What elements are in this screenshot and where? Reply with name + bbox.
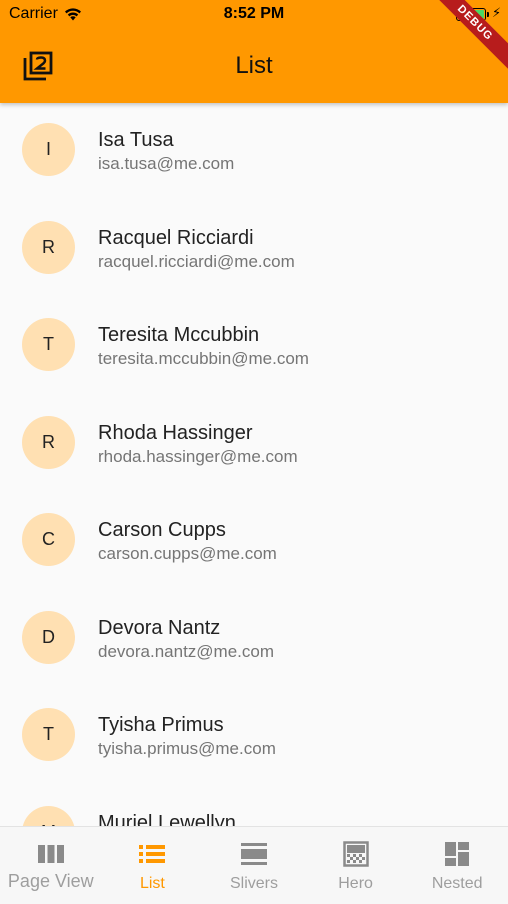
list-item[interactable]: T Teresita Mccubbin teresita.mccubbin@me… <box>0 298 508 396</box>
contact-name: Isa Tusa <box>98 129 174 151</box>
contact-name: Rhoda Hassinger <box>98 421 253 444</box>
avatar: R <box>22 415 75 469</box>
status-time: 8:52 PM <box>223 5 285 22</box>
contact-name: Carson Cupps <box>98 519 226 541</box>
avatar: T <box>22 708 75 761</box>
avatar: I <box>22 123 75 176</box>
contact-list[interactable]: I Isa Tusa isa.tusa@me.com R Racquel Ric… <box>0 103 508 826</box>
nav-item-nested[interactable]: Nested <box>406 827 508 904</box>
contact-name: Tyisha Primus <box>98 714 224 736</box>
nav-label: List <box>139 875 165 892</box>
list-item[interactable]: C Carson Cupps carson.cupps@me.com <box>0 493 508 591</box>
gradient-icon <box>342 841 369 867</box>
list-item[interactable]: M Muriel Lewellyn <box>0 786 508 827</box>
nav-item-page-view[interactable]: Page View <box>0 827 102 904</box>
nav-item-list[interactable]: List <box>102 827 204 904</box>
contact-name: Devora Nantz <box>98 616 221 639</box>
list-item[interactable]: T Tyisha Primus tyisha.primus@me.com <box>0 688 508 786</box>
nav-label: Nested <box>431 875 483 892</box>
dashboard-icon <box>444 841 470 867</box>
contact-name: Racquel Ricciardi <box>98 226 254 249</box>
contact-email: carson.cupps@me.com <box>98 544 277 563</box>
list-item[interactable]: R Rhoda Hassinger rhoda.hassinger@me.com <box>0 396 508 494</box>
view-day-icon <box>240 841 268 867</box>
app-screen: Carrier 8:52 PM ⚡ DEBUG List I Isa Tusa … <box>0 0 508 904</box>
list-icon <box>138 841 166 867</box>
avatar: T <box>22 318 75 371</box>
contact-name: Teresita Mccubbin <box>98 324 260 346</box>
avatar: R <box>22 220 75 274</box>
nav-label: Slivers <box>229 875 278 892</box>
contact-email: rhoda.hassinger@me.com <box>98 446 298 466</box>
contact-email: devora.nantz@me.com <box>98 641 275 661</box>
list-item[interactable]: I Isa Tusa isa.tusa@me.com <box>0 103 508 201</box>
toolbar: List <box>0 28 508 103</box>
nav-item-hero[interactable]: Hero <box>305 827 407 904</box>
view-column-icon <box>37 841 65 867</box>
page-title: List <box>235 52 273 79</box>
avatar: C <box>22 513 75 566</box>
contact-email: isa.tusa@me.com <box>98 154 235 173</box>
status-bar: Carrier 8:52 PM ⚡ <box>0 0 508 28</box>
list-item[interactable]: D Devora Nantz devora.nantz@me.com <box>0 591 508 689</box>
list-item[interactable]: R Racquel Ricciardi racquel.ricciardi@me… <box>0 201 508 299</box>
contact-name: Muriel Lewellyn <box>98 811 236 827</box>
avatar: M <box>22 805 75 826</box>
contact-email: tyisha.primus@me.com <box>98 739 276 758</box>
bottom-navigation: Page View List Slivers Hero Nested <box>0 826 508 904</box>
contact-email: racquel.ricciardi@me.com <box>98 251 295 271</box>
nav-label: Hero <box>338 875 373 892</box>
avatar: D <box>22 610 75 664</box>
nav-item-slivers[interactable]: Slivers <box>203 827 305 904</box>
contact-email: teresita.mccubbin@me.com <box>98 349 309 368</box>
charging-bolt-icon: ⚡ <box>492 5 502 20</box>
nav-label: Page View <box>7 871 94 891</box>
app-bar: Carrier 8:52 PM ⚡ DEBUG List <box>0 0 508 103</box>
